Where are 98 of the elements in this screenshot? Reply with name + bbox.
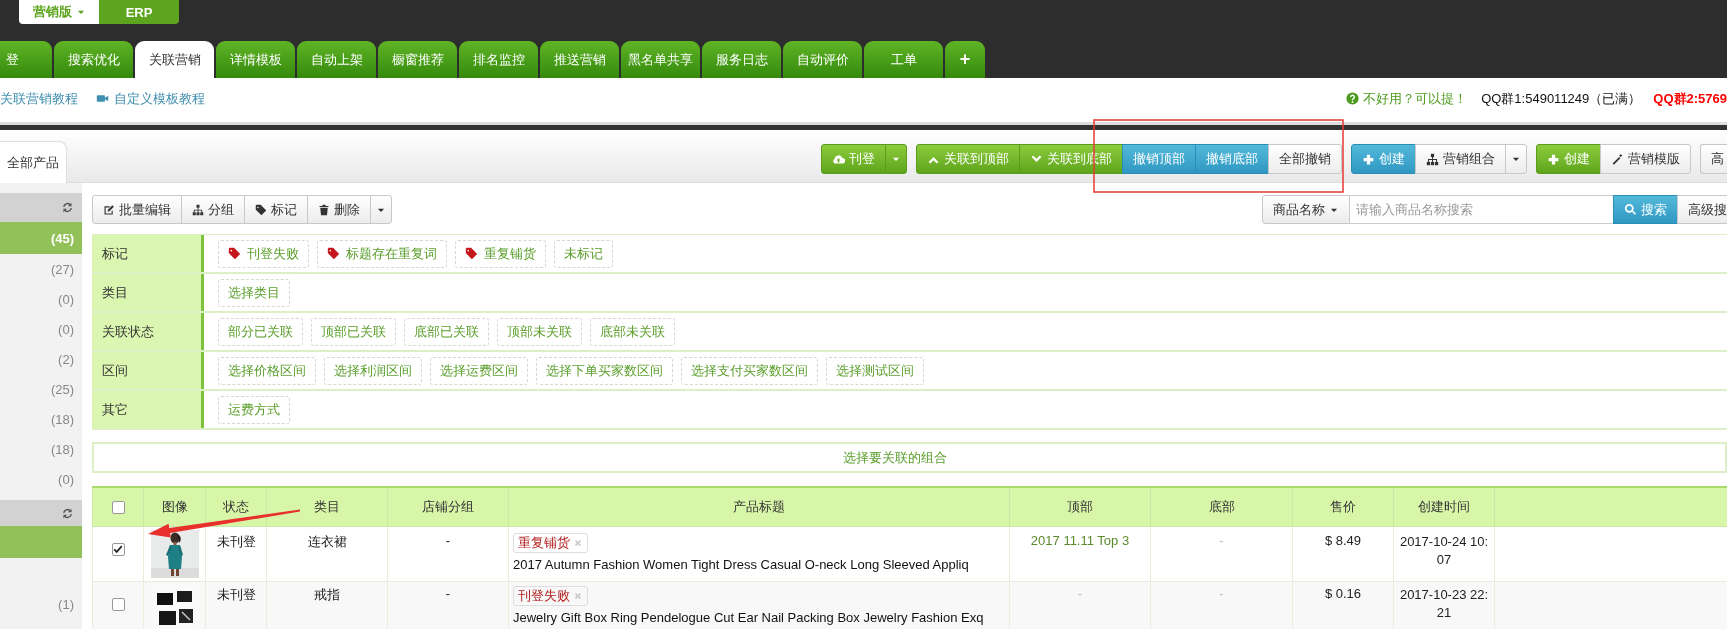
nav-tab[interactable]: 搜索优化 (54, 41, 133, 78)
product-title: Jewelry Gift Box Ring Pendelogue Cut Ear Nail Packing Box Jewelry Fashion Exq (513, 609, 985, 625)
toolbar-button[interactable]: 营销模版 (1600, 144, 1691, 174)
toolbar-button[interactable]: 高 (1700, 144, 1727, 174)
column-header: 产品标题 (508, 487, 1010, 526)
table-cell: 2017-10-24 10:07 (1393, 526, 1495, 581)
qq-group-text: QQ群1:549011249（已满） (1481, 89, 1642, 108)
column-header: 底部 (1150, 487, 1293, 526)
toolbar-button[interactable]: 关联到底部 (1019, 144, 1123, 174)
filter-option[interactable]: 标题存在重复词 (317, 239, 447, 268)
filter-option[interactable]: 选择下单买家数区间 (536, 356, 673, 385)
table-cell: 2017 11.11 Top 3 (1009, 526, 1151, 581)
combo-prompt[interactable]: 选择要关联的组合 (842, 448, 947, 467)
sidebar-item[interactable]: (0) (0, 284, 82, 314)
sidebar-item[interactable]: (45) (0, 222, 82, 254)
filter-option[interactable]: 运费方式 (218, 395, 290, 424)
table-cell: - (387, 581, 509, 629)
filter-label: 区间 (92, 352, 204, 389)
column-header: 创建时间 (1393, 487, 1495, 526)
nav-tab[interactable]: 自动上架 (297, 41, 376, 78)
filter-option[interactable]: 选择利润区间 (324, 356, 422, 385)
sidebar-item[interactable]: (0) (0, 464, 82, 494)
nav-tab[interactable]: 服务日志 (702, 41, 781, 78)
table-cell: 连衣裙 (266, 526, 388, 581)
table-cell: $ 8.49 (1292, 526, 1394, 581)
edition-switch-option[interactable]: ERP (99, 0, 179, 24)
sidebar-item[interactable]: (18) (0, 434, 82, 464)
sidebar-item[interactable]: (18) (0, 404, 82, 434)
table-cell: - (387, 526, 509, 581)
column-header: 店铺分组 (387, 487, 509, 526)
filter-option[interactable]: 部分已关联 (218, 317, 303, 346)
filter-label: 标记 (92, 235, 204, 272)
qq-group-text: QQ群2:5769 (1653, 89, 1727, 108)
filter-option[interactable]: 顶部已关联 (311, 317, 396, 346)
tutorial-link[interactable]: 自定义模板教程 (96, 89, 205, 108)
filter-option[interactable]: 重复铺货 (455, 239, 546, 268)
advanced-search-button[interactable]: 高级搜 (1677, 195, 1727, 224)
filter-option[interactable]: 底部未关联 (590, 317, 675, 346)
toolbar-button[interactable]: 全部撤销 (1268, 144, 1342, 174)
filter-label: 类目 (92, 274, 204, 311)
table-cell: 未刊登 (205, 581, 267, 629)
search-field[interactable]: 请输入商品名称搜索 (1349, 195, 1614, 224)
filter-label: 关联状态 (92, 313, 204, 350)
toolbar-button[interactable]: 撤销顶部 (1122, 144, 1196, 174)
nav-tab[interactable]: 橱窗推荐 (378, 41, 457, 78)
nav-tab[interactable]: 详情模板 (216, 41, 295, 78)
tutorial-link[interactable]: 关联营销教程 (0, 89, 78, 108)
toolbar-button[interactable]: 创建 (1351, 144, 1416, 174)
toolbar-button[interactable]: 批量编辑 (92, 195, 182, 224)
nav-tab[interactable]: 黑名单共享 (621, 41, 700, 78)
filter-option[interactable]: 选择测试区间 (826, 356, 924, 385)
edition-switch-option[interactable]: 营销版 (19, 0, 99, 24)
filter-option[interactable]: 顶部未关联 (497, 317, 582, 346)
sidebar-item[interactable]: (25) (0, 374, 82, 404)
table-cell: - (1150, 526, 1293, 581)
filter-option[interactable]: 底部已关联 (404, 317, 489, 346)
sidebar-item[interactable]: (27) (0, 254, 82, 284)
filter-option[interactable]: 刊登失败 (218, 239, 309, 268)
filter-option[interactable]: 未标记 (554, 239, 613, 268)
toolbar-button[interactable]: 营销组合 (1415, 144, 1506, 174)
nav-tab[interactable]: 自动评价 (783, 41, 862, 78)
table-cell: $ 0.16 (1292, 581, 1394, 629)
column-header: 顶部 (1009, 487, 1151, 526)
product-title: 2017 Autumn Fashion Women Tight Dress Casual O-neck Long Sleeved Appliq (513, 556, 970, 572)
table-cell: - (1009, 581, 1151, 629)
toolbar-button[interactable]: 删除 (307, 195, 371, 224)
filter-option[interactable]: 选择类目 (218, 278, 290, 307)
table-cell: - (1150, 581, 1293, 629)
column-header: 售价 (1292, 487, 1394, 526)
panel-tab[interactable]: 全部产品 (0, 141, 67, 183)
toolbar-button[interactable]: 创建 (1536, 144, 1601, 174)
search-button[interactable]: 搜索 (1613, 195, 1678, 224)
nav-tab[interactable]: 排名监控 (459, 41, 538, 78)
feedback-link[interactable]: 不好用？可以提！ (1363, 89, 1468, 108)
toolbar-button[interactable]: 关联到顶部 (916, 144, 1020, 174)
field-select[interactable]: 商品名称 (1262, 195, 1350, 224)
filter-option[interactable]: 选择支付买家数区间 (681, 356, 818, 385)
toolbar-button[interactable]: 标记 (244, 195, 308, 224)
sidebar-item[interactable]: (1) (0, 589, 82, 619)
product-tag: 刊登失败 (513, 585, 588, 606)
nav-tab[interactable]: 工单 (864, 41, 943, 78)
filter-option[interactable]: 选择价格区间 (218, 356, 316, 385)
product-tag: 重复铺货 (513, 532, 588, 553)
toolbar-button[interactable]: 撤销底部 (1195, 144, 1269, 174)
toolbar-button[interactable]: 刊登 (821, 144, 886, 174)
filter-option[interactable]: 选择运费区间 (430, 356, 528, 385)
nav-tab[interactable]: 登 (0, 41, 52, 78)
add-tab-button[interactable]: + (945, 41, 985, 78)
filter-label: 其它 (92, 391, 204, 428)
sidebar-item[interactable]: (0) (0, 314, 82, 344)
column-header: 类目 (266, 487, 388, 526)
sidebar-item[interactable]: (2) (0, 344, 82, 374)
nav-tab[interactable]: 推送营销 (540, 41, 619, 78)
table-cell: 戒指 (266, 581, 388, 629)
toolbar-button[interactable]: 分组 (181, 195, 245, 224)
table-cell: 2017-10-23 22:21 (1393, 581, 1495, 629)
nav-tab[interactable]: 关联营销 (135, 41, 214, 78)
column-header: 图像 (143, 487, 206, 526)
